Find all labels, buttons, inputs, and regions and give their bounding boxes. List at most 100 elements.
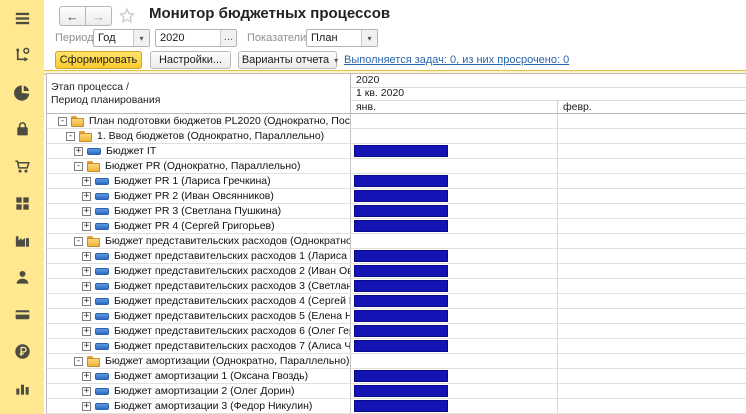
table-row[interactable]: +Бюджет IT [47, 144, 746, 159]
row-label-cell[interactable]: +Бюджет PR 4 (Сергей Григорьев) [47, 219, 351, 233]
table-row[interactable]: +Бюджет представительских расходов 1 (Ла… [47, 249, 746, 264]
expand-toggle[interactable]: + [82, 177, 91, 186]
expand-toggle[interactable]: + [82, 297, 91, 306]
period-type-value: Год [94, 30, 133, 46]
gantt-bar[interactable] [354, 205, 448, 217]
row-label-cell[interactable]: +Бюджет амортизации 1 (Оксана Гвоздь) [47, 369, 351, 383]
table-row[interactable]: +Бюджет PR 4 (Сергей Григорьев) [47, 219, 746, 234]
table-row[interactable]: +Бюджет представительских расходов 5 (Ел… [47, 309, 746, 324]
expand-toggle[interactable]: + [74, 147, 83, 156]
gantt-bar[interactable] [354, 220, 448, 232]
table-row[interactable]: +Бюджет представительских расходов 4 (Се… [47, 294, 746, 309]
gantt-bar[interactable] [354, 310, 448, 322]
row-label-cell[interactable]: +Бюджет представительских расходов 7 (Ал… [47, 339, 351, 353]
period-value-input[interactable]: 2020 … [155, 29, 237, 47]
table-row[interactable]: +Бюджет амортизации 3 (Федор Никулин) [47, 399, 746, 414]
expand-toggle[interactable]: + [82, 192, 91, 201]
table-row[interactable]: -Бюджет амортизации (Однократно, Паралле… [47, 354, 746, 369]
row-label-cell[interactable]: +Бюджет IT [47, 144, 351, 158]
table-row[interactable]: +Бюджет представительских расходов 2 (Ив… [47, 264, 746, 279]
row-label-cell[interactable]: +Бюджет представительских расходов 3 (Св… [47, 279, 351, 293]
row-label-cell[interactable]: -Бюджет PR (Однократно, Параллельно) [47, 159, 351, 173]
expand-toggle[interactable]: + [82, 222, 91, 231]
row-label-cell[interactable]: +Бюджет представительских расходов 6 (Ол… [47, 324, 351, 338]
row-label-cell[interactable]: -План подготовки бюджетов PL2020 (Однокр… [47, 114, 351, 128]
sidebar-item-planning[interactable] [12, 82, 33, 103]
row-label-cell[interactable]: +Бюджет амортизации 3 (Федор Никулин) [47, 399, 351, 413]
sidebar-item-warehouse[interactable] [12, 193, 33, 214]
ellipsis-button[interactable]: … [220, 30, 236, 46]
favorite-button[interactable] [118, 7, 136, 25]
collapse-toggle[interactable]: - [74, 162, 83, 171]
expand-toggle[interactable]: + [82, 267, 91, 276]
table-row[interactable]: -1. Ввод бюджетов (Однократно, Параллель… [47, 129, 746, 144]
expand-toggle[interactable]: + [82, 252, 91, 261]
expand-toggle[interactable]: + [82, 387, 91, 396]
sidebar-item-hr[interactable] [12, 267, 33, 288]
row-label-cell[interactable]: -Бюджет амортизации (Однократно, Паралле… [47, 354, 351, 368]
generate-button[interactable]: Сформировать [55, 51, 142, 69]
gantt-bar[interactable] [354, 265, 448, 277]
sidebar-item-menu[interactable] [12, 8, 33, 29]
row-label-cell[interactable]: +Бюджет PR 2 (Иван Овсянников) [47, 189, 351, 203]
gantt-bar[interactable] [354, 145, 448, 157]
expand-toggle[interactable]: + [82, 342, 91, 351]
sidebar-item-sales[interactable] [12, 156, 33, 177]
gantt-bar[interactable] [354, 250, 448, 262]
sidebar-item-production[interactable] [12, 230, 33, 251]
expand-toggle[interactable]: + [82, 282, 91, 291]
gantt-bar[interactable] [354, 370, 448, 382]
row-label-cell[interactable]: +Бюджет представительских расходов 4 (Се… [47, 294, 351, 308]
table-row[interactable]: -Бюджет PR (Однократно, Параллельно) [47, 159, 746, 174]
settings-button[interactable]: Настройки... [150, 51, 231, 69]
row-label-cell[interactable]: +Бюджет PR 3 (Светлана Пушкина) [47, 204, 351, 218]
gantt-bar[interactable] [354, 385, 448, 397]
row-label-cell[interactable]: +Бюджет представительских расходов 2 (Ив… [47, 264, 351, 278]
expand-toggle[interactable]: + [82, 327, 91, 336]
row-label-cell[interactable]: +Бюджет амортизации 2 (Олег Дорин) [47, 384, 351, 398]
chevron-down-icon[interactable]: ▾ [361, 30, 377, 46]
table-row[interactable]: +Бюджет представительских расходов 6 (Ол… [47, 324, 746, 339]
row-label-cell[interactable]: -1. Ввод бюджетов (Однократно, Параллель… [47, 129, 351, 143]
sidebar-item-finance[interactable] [12, 341, 33, 362]
gantt-bar[interactable] [354, 325, 448, 337]
row-label-cell[interactable]: +Бюджет PR 1 (Лариса Гречкина) [47, 174, 351, 188]
sidebar-item-reports[interactable] [12, 378, 33, 399]
collapse-toggle[interactable]: - [58, 117, 67, 126]
table-row[interactable]: +Бюджет амортизации 1 (Оксана Гвоздь) [47, 369, 746, 384]
expand-toggle[interactable]: + [82, 372, 91, 381]
gantt-bar[interactable] [354, 175, 448, 187]
chevron-down-icon[interactable]: ▾ [133, 30, 149, 46]
row-label-cell[interactable]: +Бюджет представительских расходов 1 (Ла… [47, 249, 351, 263]
report-variants-button[interactable]: Варианты отчета ▾ [238, 51, 337, 69]
back-button[interactable]: ← [59, 6, 86, 26]
collapse-toggle[interactable]: - [74, 357, 83, 366]
table-row[interactable]: +Бюджет PR 1 (Лариса Гречкина) [47, 174, 746, 189]
gantt-bar[interactable] [354, 280, 448, 292]
table-row[interactable]: +Бюджет PR 2 (Иван Овсянников) [47, 189, 746, 204]
gantt-bar[interactable] [354, 190, 448, 202]
table-row[interactable]: +Бюджет амортизации 2 (Олег Дорин) [47, 384, 746, 399]
sidebar-item-purchases[interactable] [12, 119, 33, 140]
table-row[interactable]: +Бюджет представительских расходов 3 (Св… [47, 279, 746, 294]
sidebar-item-treasury[interactable] [12, 304, 33, 325]
table-row[interactable]: +Бюджет представительских расходов 7 (Ал… [47, 339, 746, 354]
table-row[interactable]: -Бюджет представительских расходов (Одно… [47, 234, 746, 249]
period-type-select[interactable]: Год ▾ [93, 29, 150, 47]
collapse-toggle[interactable]: - [66, 132, 75, 141]
expand-toggle[interactable]: + [82, 207, 91, 216]
table-row[interactable]: -План подготовки бюджетов PL2020 (Однокр… [47, 114, 746, 129]
table-row[interactable]: +Бюджет PR 3 (Светлана Пушкина) [47, 204, 746, 219]
sidebar-item-processes[interactable] [12, 45, 33, 66]
tasks-status-link[interactable]: Выполняется задач: 0, из них просрочено:… [344, 51, 569, 69]
expand-toggle[interactable]: + [82, 312, 91, 321]
forward-button[interactable]: → [85, 6, 112, 26]
collapse-toggle[interactable]: - [74, 237, 83, 246]
row-label-cell[interactable]: +Бюджет представительских расходов 5 (Ел… [47, 309, 351, 323]
row-label-cell[interactable]: -Бюджет представительских расходов (Одно… [47, 234, 351, 248]
gantt-bar[interactable] [354, 295, 448, 307]
expand-toggle[interactable]: + [82, 402, 91, 411]
gantt-bar[interactable] [354, 400, 448, 412]
gantt-bar[interactable] [354, 340, 448, 352]
indicators-select[interactable]: План ▾ [306, 29, 378, 47]
